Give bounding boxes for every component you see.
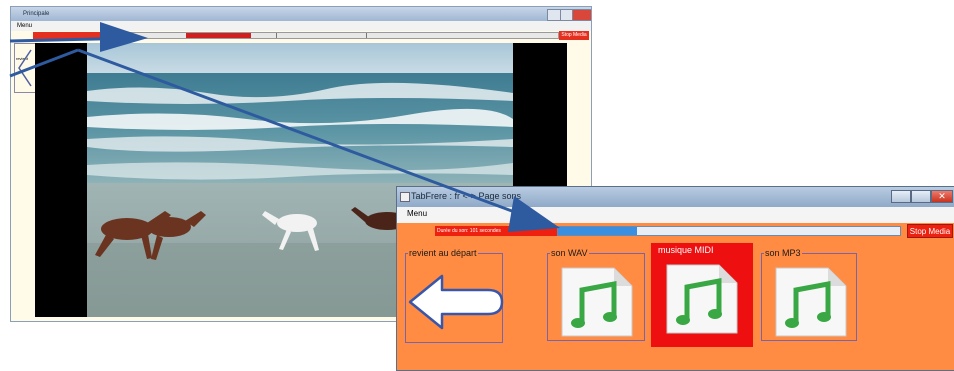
background-titlebar: Principale	[11, 7, 591, 21]
background-toolbar: revient Stop Media	[11, 31, 591, 61]
stop-media-button[interactable]: Stop Media	[907, 224, 953, 238]
left-arrow-icon[interactable]	[406, 272, 504, 332]
background-progress-fill	[186, 33, 251, 38]
music-file-icon[interactable]	[560, 266, 634, 338]
app-icon	[400, 192, 410, 202]
duration-label: Durée du son: 101 secondes	[435, 226, 557, 236]
page-sons-window: TabFrere : fr <-> Page sons ✕ Menu Durée…	[396, 186, 954, 371]
background-menubar: Menu	[11, 21, 591, 31]
page-sons-titlebar: TabFrere : fr <-> Page sons ✕	[397, 187, 954, 207]
background-back-button[interactable]	[14, 43, 36, 93]
progress-segment	[366, 33, 367, 38]
mp3-sound-label: son MP3	[764, 248, 802, 258]
close-button[interactable]	[572, 9, 591, 21]
back-to-start-label: revient au départ	[408, 248, 478, 258]
page-sons-menubar: Menu	[397, 207, 954, 223]
media-progress-fill	[558, 227, 637, 235]
back-chevron-icon	[18, 49, 32, 87]
close-button[interactable]: ✕	[931, 190, 953, 203]
music-file-icon[interactable]	[665, 263, 739, 335]
minimize-button[interactable]	[547, 9, 561, 21]
background-progress-bar	[115, 32, 559, 39]
page-sons-window-title: TabFrere : fr <-> Page sons	[411, 191, 522, 201]
media-progress-bar[interactable]	[557, 226, 901, 236]
background-duration-label	[33, 32, 113, 39]
maximize-button[interactable]	[911, 190, 931, 203]
wav-sound-group[interactable]: son WAV	[547, 248, 645, 341]
progress-segment	[276, 33, 277, 38]
minimize-button[interactable]	[891, 190, 911, 203]
background-menu-item[interactable]: Menu	[17, 23, 32, 29]
menu-item[interactable]: Menu	[407, 209, 427, 218]
wav-sound-label: son WAV	[550, 248, 589, 258]
mp3-sound-group[interactable]: son MP3	[761, 248, 857, 341]
back-to-start-group[interactable]: revient au départ	[405, 248, 504, 343]
music-file-icon[interactable]	[774, 266, 848, 338]
midi-music-group[interactable]: musique MIDI	[651, 243, 753, 347]
background-window-title: Principale	[23, 11, 50, 17]
background-stop-media-button[interactable]: Stop Media	[559, 31, 589, 40]
midi-music-label: musique MIDI	[657, 245, 715, 255]
